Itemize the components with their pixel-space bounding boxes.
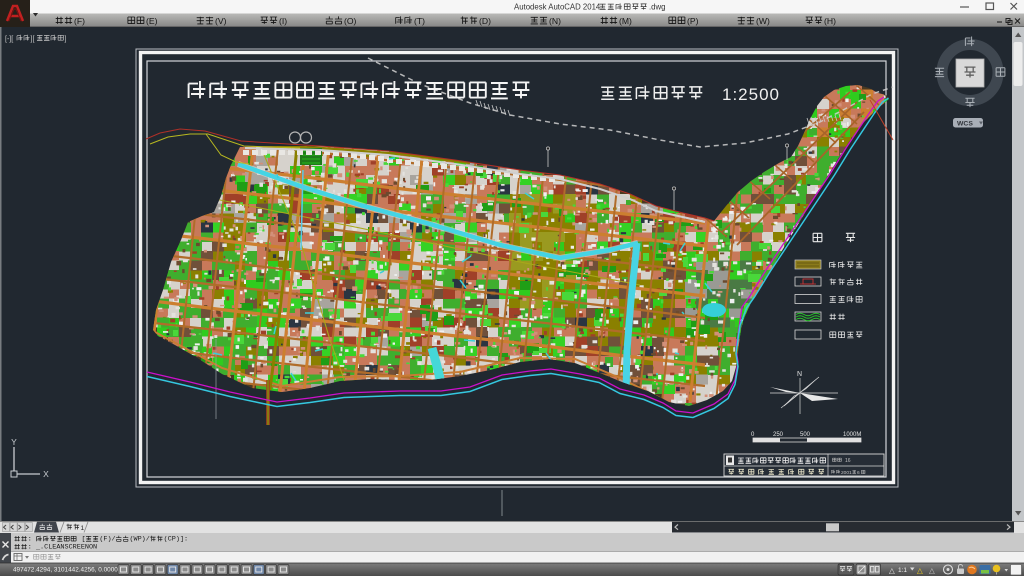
svg-text::: : xyxy=(28,536,36,544)
svg-text:]: ] xyxy=(65,36,67,43)
svg-text:497472.4294, 3101442.4256, 0.0: 497472.4294, 3101442.4256, 0.0000 xyxy=(13,567,118,574)
svg-text:16: 16 xyxy=(845,458,851,464)
svg-text:(CP)]:: (CP)]: xyxy=(164,536,188,544)
svg-text:(WP)/: (WP)/ xyxy=(129,536,149,544)
svg-text:(W): (W) xyxy=(756,16,770,26)
svg-text:1:1: 1:1 xyxy=(898,567,907,574)
svg-text:(I): (I) xyxy=(279,16,287,26)
svg-text:0: 0 xyxy=(751,432,755,438)
svg-text:(F): (F) xyxy=(74,16,85,26)
svg-text:X: X xyxy=(43,469,49,479)
svg-text:(P): (P) xyxy=(687,16,699,26)
svg-text:(E): (E) xyxy=(146,16,158,26)
svg-text:][: ][ xyxy=(31,36,35,43)
svg-text:(T): (T) xyxy=(414,16,425,26)
svg-text:1:2500: 1:2500 xyxy=(722,85,780,104)
svg-text:2001: 2001 xyxy=(841,470,852,476)
svg-text:6: 6 xyxy=(857,470,860,476)
svg-text:500: 500 xyxy=(800,432,811,438)
svg-text:1: 1 xyxy=(81,525,85,532)
svg-text:(D): (D) xyxy=(479,16,491,26)
svg-text:Autodesk AutoCAD 2014: Autodesk AutoCAD 2014 xyxy=(514,3,601,12)
svg-text:WCS: WCS xyxy=(957,121,973,128)
svg-text:(N): (N) xyxy=(549,16,561,26)
svg-text:(M): (M) xyxy=(619,16,632,26)
svg-text:(H): (H) xyxy=(824,16,836,26)
svg-text:Y: Y xyxy=(11,437,17,447)
svg-text:(F)/: (F)/ xyxy=(99,536,115,544)
svg-text:N: N xyxy=(797,371,802,378)
svg-text:: _.CLEANSCREENON: : _.CLEANSCREENON xyxy=(28,544,97,552)
svg-text:.dwg: .dwg xyxy=(649,3,665,12)
svg-text:(V): (V) xyxy=(215,16,227,26)
svg-text:[-][: [-][ xyxy=(5,36,13,43)
svg-text:1000M: 1000M xyxy=(843,432,861,438)
svg-text:250: 250 xyxy=(773,432,784,438)
svg-text:[: [ xyxy=(77,536,85,544)
svg-text:(O): (O) xyxy=(344,16,357,26)
